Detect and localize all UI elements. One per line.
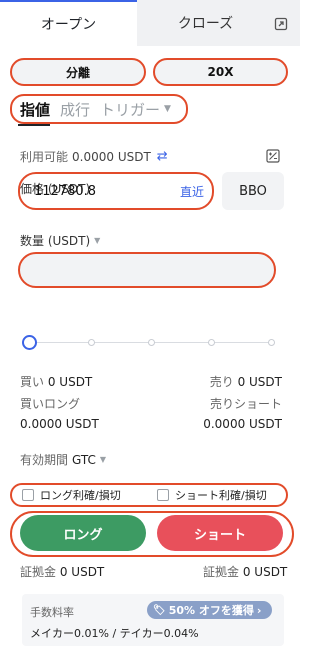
caret-down-icon: ▼ xyxy=(94,236,101,245)
order-type-trigger[interactable]: トリガー ▼ xyxy=(100,99,171,120)
transfer-icon[interactable]: ⇄ xyxy=(157,149,168,164)
order-type-selector: 指値 成行 トリガー ▼ xyxy=(10,94,188,124)
sell-amount: 売り 0 USDT xyxy=(210,373,282,390)
active-tab-underline xyxy=(18,124,50,126)
fee-badge-text: 50% オフを獲得 xyxy=(168,604,254,617)
short-margin: 証拠金 0 USDT xyxy=(203,563,287,580)
latest-price-button[interactable]: 直近 xyxy=(180,183,204,200)
order-type-trigger-label: トリガー xyxy=(100,100,161,119)
validity-value: GTC xyxy=(72,452,96,467)
checkbox-icon xyxy=(157,489,169,501)
leverage-button[interactable]: 20X xyxy=(153,58,288,86)
buy-value: 0 USDT xyxy=(47,375,93,389)
quantity-slider-handle[interactable] xyxy=(22,335,37,350)
sell-short-value: 0.0000 USDT xyxy=(203,417,282,431)
quantity-label-row[interactable]: 数量 (USDT) ▼ xyxy=(20,232,100,249)
long-tp-sl-checkbox[interactable]: ロング利確/損切 xyxy=(22,487,157,503)
tab-open[interactable]: オープン xyxy=(0,0,137,46)
validity-row[interactable]: 有効期間 GTC ▼ xyxy=(20,451,106,468)
short-tp-sl-checkbox[interactable]: ショート利確/損切 xyxy=(157,487,267,503)
balance-label: 利用可能 xyxy=(20,150,69,164)
buy-label: 買い xyxy=(20,375,45,389)
slider-step-100[interactable] xyxy=(268,339,275,346)
balance-row: 利用可能 0.0000 USDT ⇄ xyxy=(20,148,168,165)
chevron-right-icon: › xyxy=(256,603,262,617)
export-icon[interactable] xyxy=(274,16,288,31)
slider-step-25[interactable] xyxy=(88,339,95,346)
caret-down-icon: ▼ xyxy=(164,104,171,114)
order-type-limit[interactable]: 指値 xyxy=(20,99,50,120)
price-input[interactable]: 112780.8 直近 xyxy=(18,172,214,210)
long-tp-sl-label: ロング利確/損切 xyxy=(40,489,121,502)
slider-step-50[interactable] xyxy=(148,339,155,346)
slider-step-75[interactable] xyxy=(208,339,215,346)
quantity-label: 数量 (USDT) xyxy=(20,234,91,248)
short-margin-label: 証拠金 xyxy=(203,565,240,579)
short-margin-value: 0 USDT xyxy=(242,565,288,579)
balance-value: 0.0000 USDT xyxy=(72,149,151,164)
long-margin: 証拠金 0 USDT xyxy=(20,563,104,580)
bbo-button[interactable]: BBO xyxy=(222,172,284,210)
buy-long-label: 買いロング xyxy=(20,397,81,411)
tab-icon-area xyxy=(274,0,300,46)
sell-label: 売り xyxy=(209,375,234,389)
buy-long-value: 0.0000 USDT xyxy=(20,417,99,431)
sell-short-label: 売りショート xyxy=(209,397,282,411)
fee-rates: メイカー0.01% / テイカー0.04% xyxy=(30,627,199,640)
margin-mode-button[interactable]: 分離 xyxy=(10,58,146,86)
validity-label: 有効期間 xyxy=(20,453,69,467)
long-button[interactable]: ロング xyxy=(20,515,146,551)
long-margin-value: 0 USDT xyxy=(59,565,105,579)
calculator-icon[interactable] xyxy=(266,148,280,163)
short-button[interactable]: ショート xyxy=(157,515,283,551)
checkbox-icon xyxy=(22,489,34,501)
order-type-market[interactable]: 成行 xyxy=(60,99,90,120)
fee-discount-badge[interactable]: 🏷 50% オフを獲得 › xyxy=(147,601,272,619)
caret-down-icon: ▼ xyxy=(99,455,107,464)
fee-label: 手数料率 xyxy=(30,606,74,619)
price-value: 112780.8 xyxy=(34,183,97,199)
sell-value: 0 USDT xyxy=(237,375,282,389)
buy-amount: 買い 0 USDT xyxy=(20,373,92,390)
long-margin-label: 証拠金 xyxy=(20,565,57,579)
short-tp-sl-label: ショート利確/損切 xyxy=(175,489,267,502)
tab-close[interactable]: クローズ xyxy=(137,0,274,46)
discount-tag-icon: 🏷 xyxy=(153,604,166,616)
quantity-input[interactable] xyxy=(18,252,276,288)
tp-sl-row: ロング利確/損切 ショート利確/損切 xyxy=(10,483,288,507)
